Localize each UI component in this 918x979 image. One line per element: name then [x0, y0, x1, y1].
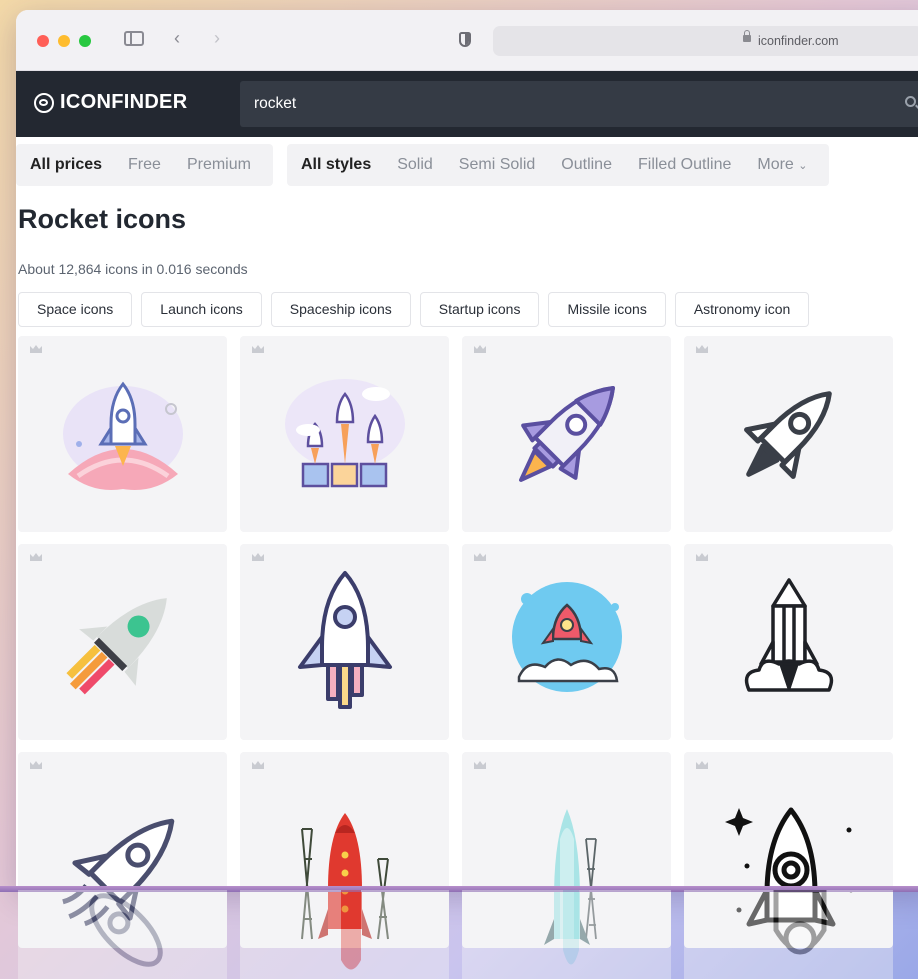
rocket-launch-circle-icon	[511, 582, 622, 692]
privacy-shield-icon[interactable]	[459, 32, 471, 47]
premium-crown-icon	[252, 553, 264, 561]
address-bar[interactable]: iconfinder.com	[493, 26, 918, 56]
related-tags: Space icons Launch icons Spaceship icons…	[18, 292, 818, 327]
minimize-window-button[interactable]	[58, 35, 70, 47]
filter-all-styles[interactable]: All styles	[301, 156, 371, 174]
filter-free[interactable]: Free	[128, 156, 161, 174]
site-logo[interactable]: ICONFINDER	[34, 91, 187, 114]
filter-solid[interactable]: Solid	[397, 156, 433, 174]
premium-crown-icon	[696, 761, 708, 769]
filter-premium[interactable]: Premium	[187, 156, 251, 174]
brand-name: ICONFINDER	[60, 91, 188, 113]
window-reflection	[16, 890, 918, 979]
rocket-outline-pastel-icon	[297, 571, 392, 709]
rocket-planet-icon	[62, 381, 183, 490]
filter-outline[interactable]: Outline	[561, 156, 612, 174]
reflection-art	[18, 890, 893, 979]
tag-launch[interactable]: Launch icons	[141, 292, 262, 327]
style-filter-group: All styles Solid Semi Solid Outline Fill…	[286, 144, 830, 186]
price-filter-group: All prices Free Premium	[16, 144, 273, 186]
sidebar-toggle-icon[interactable]	[124, 31, 144, 46]
rocket-flat-green-icon	[65, 598, 167, 695]
tag-missile[interactable]: Missile icons	[548, 292, 666, 327]
close-window-button[interactable]	[37, 35, 49, 47]
premium-crown-icon	[30, 553, 42, 561]
premium-crown-icon	[696, 553, 708, 561]
url-text: iconfinder.com	[758, 34, 839, 48]
browser-titlebar: ‹ › iconfinder.com	[16, 10, 918, 71]
chevron-down-icon: ⌄	[798, 160, 808, 172]
filter-semi-solid[interactable]: Semi Solid	[459, 156, 535, 174]
search-bar[interactable]: rocket	[240, 81, 918, 127]
icon-card[interactable]	[18, 544, 227, 740]
lock-icon	[743, 30, 751, 42]
icon-card[interactable]	[462, 336, 671, 532]
site-header: ICONFINDER rocket	[16, 71, 918, 137]
three-rockets-boxes-icon	[284, 379, 405, 488]
premium-crown-icon	[252, 761, 264, 769]
tag-astronomy[interactable]: Astronomy icon	[674, 292, 810, 327]
back-arrow-icon[interactable]: ‹	[174, 28, 180, 49]
premium-crown-icon	[30, 345, 42, 353]
premium-crown-icon	[474, 553, 486, 561]
maximize-window-button[interactable]	[79, 35, 91, 47]
tag-space[interactable]: Space icons	[18, 292, 133, 327]
search-input[interactable]: rocket	[254, 95, 296, 113]
tag-spaceship[interactable]: Spaceship icons	[270, 292, 411, 327]
iconfinder-logo-icon	[34, 92, 54, 113]
filter-bar: All prices Free Premium All styles Solid…	[16, 144, 843, 186]
filter-filled-outline[interactable]: Filled Outline	[638, 156, 731, 174]
tag-startup[interactable]: Startup icons	[419, 292, 540, 327]
pencil-rocket-icon	[744, 578, 833, 692]
icon-card[interactable]	[684, 544, 893, 740]
filter-all-prices[interactable]: All prices	[30, 156, 102, 174]
icon-card[interactable]	[18, 336, 227, 532]
filter-more-label: More	[757, 156, 794, 173]
icon-card[interactable]	[240, 336, 449, 532]
forward-arrow-icon[interactable]: ›	[214, 28, 220, 49]
icon-card[interactable]	[462, 544, 671, 740]
page-title: Rocket icons	[18, 204, 187, 234]
premium-crown-icon	[252, 345, 264, 353]
rocket-purple-flame-icon	[518, 386, 615, 482]
premium-crown-icon	[30, 761, 42, 769]
premium-crown-icon	[696, 345, 708, 353]
search-icon[interactable]	[905, 96, 916, 107]
icon-card[interactable]	[240, 544, 449, 740]
filter-more[interactable]: More ⌄	[757, 156, 807, 174]
premium-crown-icon	[474, 761, 486, 769]
premium-crown-icon	[474, 345, 486, 353]
icon-card[interactable]	[684, 336, 893, 532]
rocket-outline-dark-icon	[743, 391, 832, 479]
result-count: About 12,864 icons in 0.016 seconds	[18, 261, 248, 277]
icon-grid	[18, 336, 893, 948]
